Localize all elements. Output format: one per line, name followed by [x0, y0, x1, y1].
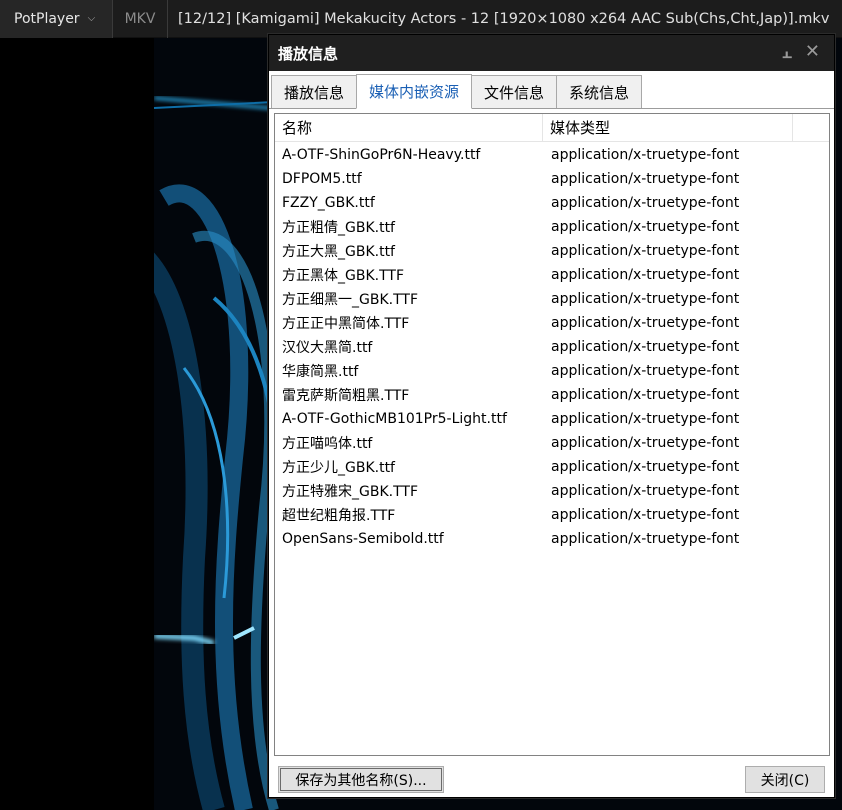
dialog-title: 播放信息 — [278, 44, 339, 63]
resource-media-type: application/x-truetype-font — [551, 507, 740, 523]
list-item[interactable]: 超世纪粗角报.TTF application/x-truetype-font — [275, 503, 829, 527]
list-item[interactable]: 方正正中黑简体.TTF application/x-truetype-font — [275, 311, 829, 335]
save-as-button[interactable]: 保存为其他名称(S)... — [278, 766, 444, 793]
close-button[interactable]: 关闭(C) — [745, 766, 825, 793]
tab-system-info[interactable]: 系统信息 — [556, 75, 643, 108]
list-item[interactable]: DFPOM5.ttf application/x-truetype-font — [275, 167, 829, 191]
list-item[interactable]: A-OTF-ShinGoPr6N-Heavy.ttf application/x-… — [275, 143, 829, 167]
brand-label: PotPlayer — [14, 10, 80, 27]
resource-media-type: application/x-truetype-font — [551, 243, 740, 259]
tab-playback-info[interactable]: 播放信息 — [271, 75, 358, 108]
list-item[interactable]: FZZY_GBK.ttf application/x-truetype-font — [275, 191, 829, 215]
tab-file-info[interactable]: 文件信息 — [471, 75, 558, 108]
dialog-header: 播放信息 ⫠ ✕ — [269, 35, 834, 71]
resource-media-type: application/x-truetype-font — [551, 291, 740, 307]
resource-name: 方正特雅宋_GBK.TTF — [282, 484, 418, 500]
resource-media-type: application/x-truetype-font — [551, 147, 740, 163]
list-item[interactable]: A-OTF-GothicMB101Pr5-Light.ttf applicatio… — [275, 407, 829, 431]
resource-media-type: application/x-truetype-font — [551, 315, 740, 331]
resource-name: 方正黑体_GBK.TTF — [282, 268, 404, 284]
list-header: 名称 媒体类型 — [275, 113, 829, 142]
resource-name: FZZY_GBK.ttf — [282, 195, 375, 211]
resource-media-type: application/x-truetype-font — [551, 219, 740, 235]
resource-name: 华康简黑.ttf — [282, 364, 359, 380]
list-item[interactable]: 方正特雅宋_GBK.TTF application/x-truetype-font — [275, 479, 829, 503]
resource-media-type: application/x-truetype-font — [551, 267, 740, 283]
resource-media-type: application/x-truetype-font — [551, 363, 740, 379]
close-icon[interactable]: ✕ — [805, 41, 820, 62]
list-item[interactable]: 方正细黑一_GBK.TTF application/x-truetype-font — [275, 287, 829, 311]
playback-info-dialog: 播放信息 ⫠ ✕ 播放信息 媒体内嵌资源 文件信息 系统信息 名称 媒体类型 A… — [268, 34, 835, 798]
resource-name: 方正少儿_GBK.ttf — [282, 460, 395, 476]
resource-media-type: application/x-truetype-font — [551, 171, 740, 187]
column-header-media-type[interactable]: 媒体类型 — [543, 113, 793, 142]
resource-name: 方正大黑_GBK.ttf — [282, 244, 395, 260]
resource-name: 雷克萨斯简粗黑.TTF — [282, 388, 410, 404]
resource-name: 超世纪粗角报.TTF — [282, 508, 396, 524]
list-rows: A-OTF-ShinGoPr6N-Heavy.ttf application/x-… — [275, 142, 829, 551]
resource-name: OpenSans-Semibold.ttf — [282, 531, 444, 547]
resource-name: 汉仪大黑简.ttf — [282, 340, 373, 356]
resource-list[interactable]: 名称 媒体类型 A-OTF-ShinGoPr6N-Heavy.ttf applic… — [274, 113, 830, 756]
resource-name: A-OTF-GothicMB101Pr5-Light.ttf — [282, 411, 507, 427]
resource-name: 方正细黑一_GBK.TTF — [282, 292, 418, 308]
column-header-name[interactable]: 名称 — [275, 113, 543, 142]
list-item[interactable]: 汉仪大黑简.ttf application/x-truetype-font — [275, 335, 829, 359]
tab-embedded-resources[interactable]: 媒体内嵌资源 — [356, 74, 473, 109]
list-item[interactable]: OpenSans-Semibold.ttf application/x-truet… — [275, 527, 829, 551]
list-item[interactable]: 方正少儿_GBK.ttf application/x-truetype-font — [275, 455, 829, 479]
player-titlebar: PotPlayer ⌵ MKV [12/12] [Kamigami] Mekak… — [0, 0, 842, 38]
chevron-down-icon: ⌵ — [87, 13, 96, 24]
resource-media-type: application/x-truetype-font — [551, 531, 740, 547]
list-item[interactable]: 方正黑体_GBK.TTF application/x-truetype-font — [275, 263, 829, 287]
resource-media-type: application/x-truetype-font — [551, 411, 740, 427]
resource-media-type: application/x-truetype-font — [551, 195, 740, 211]
tab-bar: 播放信息 媒体内嵌资源 文件信息 系统信息 — [269, 71, 834, 109]
resource-media-type: application/x-truetype-font — [551, 387, 740, 403]
resource-name: 方正正中黑简体.TTF — [282, 316, 410, 332]
brand-menu[interactable]: PotPlayer ⌵ — [0, 0, 112, 38]
video-title: [12/12] [Kamigami] Mekakucity Actors - 1… — [178, 10, 830, 27]
resource-name: DFPOM5.ttf — [282, 171, 362, 187]
resource-name: 方正喵呜体.ttf — [282, 436, 373, 452]
resource-media-type: application/x-truetype-font — [551, 435, 740, 451]
format-label: MKV — [124, 10, 156, 27]
list-item[interactable]: 华康简黑.ttf application/x-truetype-font — [275, 359, 829, 383]
list-item[interactable]: 方正大黑_GBK.ttf application/x-truetype-font — [275, 239, 829, 263]
resource-media-type: application/x-truetype-font — [551, 483, 740, 499]
pin-icon[interactable]: ⫠ — [782, 43, 792, 63]
resource-media-type: application/x-truetype-font — [551, 459, 740, 475]
list-item[interactable]: 方正喵呜体.ttf application/x-truetype-font — [275, 431, 829, 455]
resource-name: 方正粗倩_GBK.ttf — [282, 220, 395, 236]
list-item[interactable]: 雷克萨斯简粗黑.TTF application/x-truetype-font — [275, 383, 829, 407]
resource-name: A-OTF-ShinGoPr6N-Heavy.ttf — [282, 147, 481, 163]
resource-media-type: application/x-truetype-font — [551, 339, 740, 355]
list-item[interactable]: 方正粗倩_GBK.ttf application/x-truetype-font — [275, 215, 829, 239]
